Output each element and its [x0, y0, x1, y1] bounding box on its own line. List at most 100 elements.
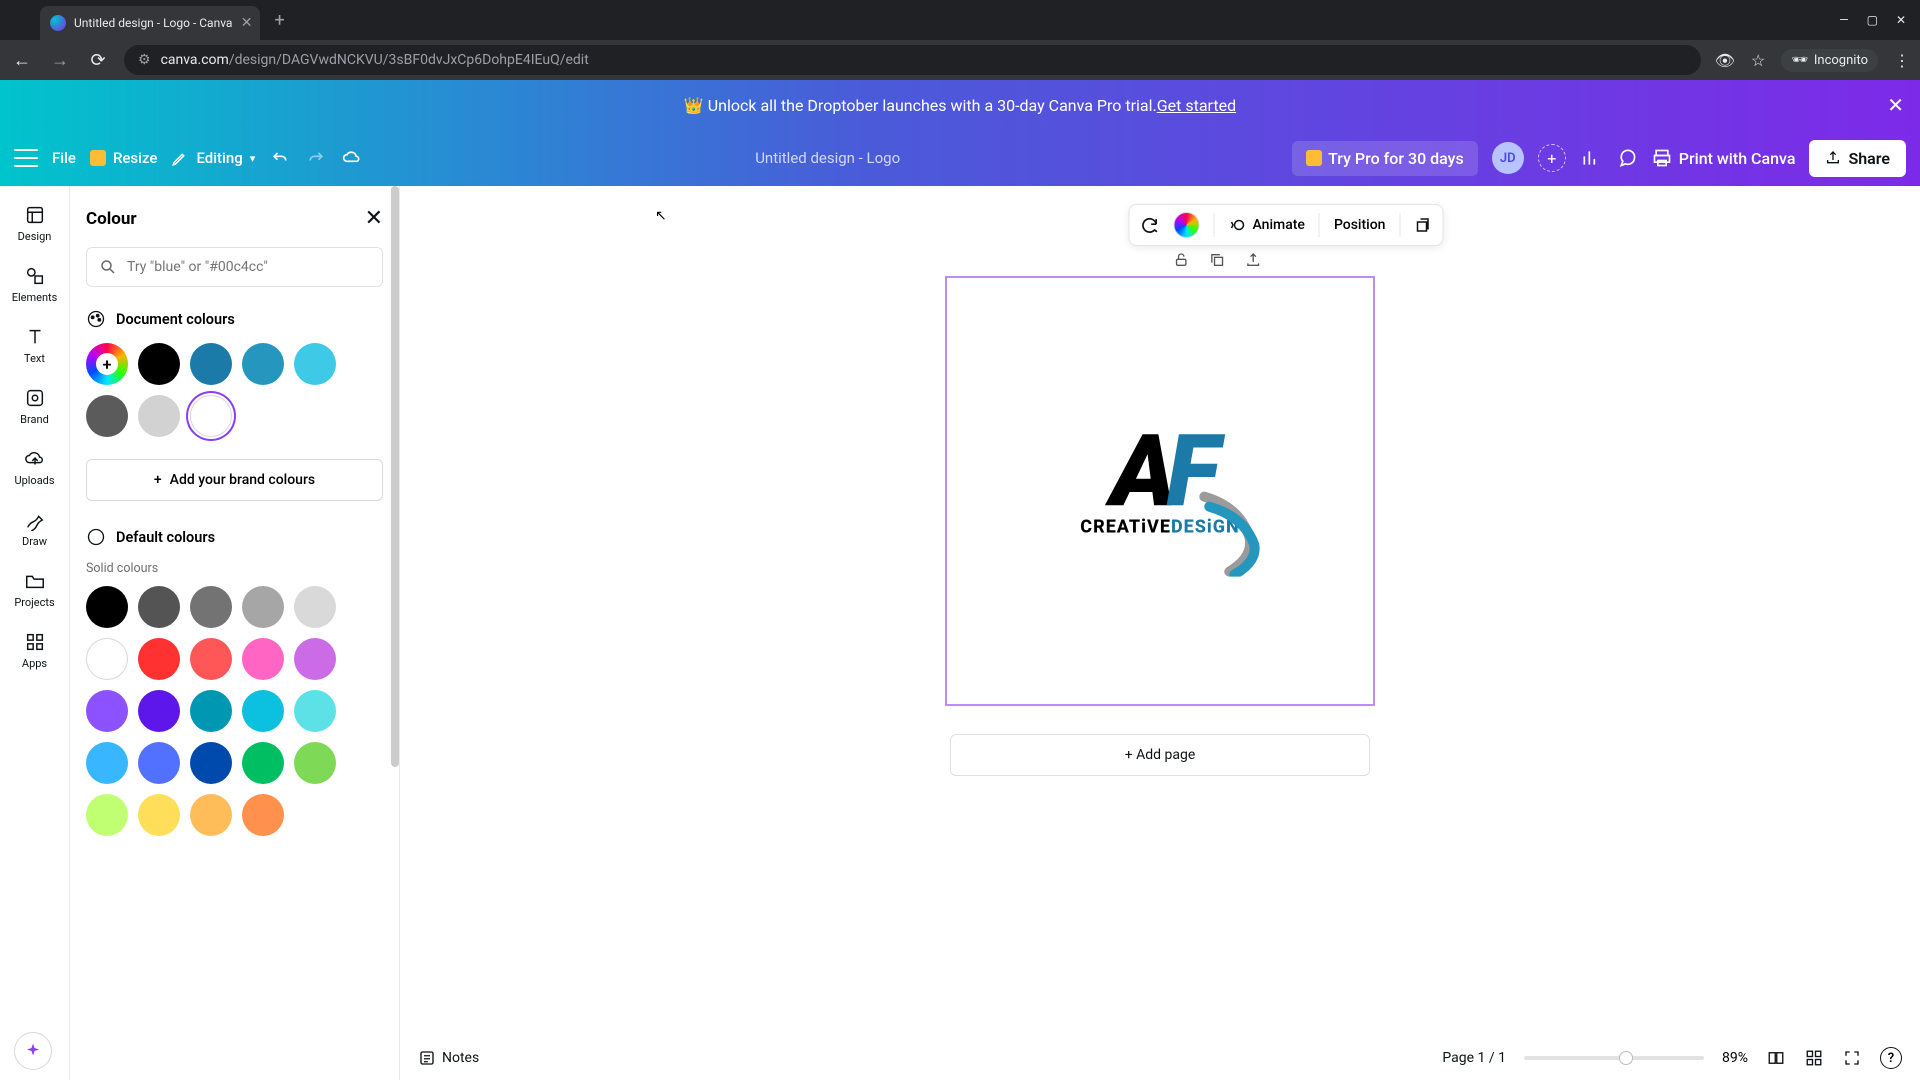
- close-window-icon[interactable]: ✕: [1896, 13, 1906, 27]
- layers-button[interactable]: [1414, 216, 1432, 234]
- position-button[interactable]: Position: [1334, 217, 1386, 233]
- colour-swatch[interactable]: [294, 343, 336, 385]
- magic-button[interactable]: [14, 1032, 52, 1070]
- reload-icon[interactable]: ⟳: [86, 50, 110, 71]
- lock-icon[interactable]: [1173, 252, 1189, 272]
- close-tab-icon[interactable]: ✕: [241, 15, 253, 31]
- colour-swatch[interactable]: [242, 690, 284, 732]
- analytics-icon[interactable]: [1580, 147, 1602, 169]
- file-menu[interactable]: File: [52, 149, 76, 167]
- colour-swatch[interactable]: [190, 794, 232, 836]
- zoom-percent[interactable]: 89%: [1722, 1050, 1748, 1066]
- panel-scrollbar[interactable]: [391, 186, 399, 767]
- page-view-icon[interactable]: [1766, 1048, 1786, 1068]
- maximize-icon[interactable]: ▢: [1867, 13, 1878, 27]
- print-with-canva-button[interactable]: Print with Canva: [1652, 148, 1796, 168]
- nav-elements[interactable]: Elements: [0, 255, 69, 314]
- colour-picker-button[interactable]: [1174, 212, 1200, 238]
- zoom-slider[interactable]: [1524, 1056, 1704, 1060]
- bookmark-star-icon[interactable]: ☆: [1751, 51, 1765, 70]
- nav-text[interactable]: Text: [0, 316, 69, 375]
- colour-swatch[interactable]: [190, 742, 232, 784]
- canvas-page[interactable]: AF CREATiVEDESiGN: [945, 276, 1375, 706]
- colour-swatch[interactable]: [138, 343, 180, 385]
- undo-button[interactable]: [269, 147, 291, 169]
- add-page-button[interactable]: + Add page: [950, 734, 1370, 776]
- add-brand-colours-button[interactable]: + Add your brand colours: [86, 459, 383, 501]
- nav-design[interactable]: Design: [0, 194, 69, 253]
- colour-swatch[interactable]: [138, 586, 180, 628]
- regenerate-button[interactable]: [1140, 215, 1160, 235]
- colour-search-input[interactable]: [127, 259, 370, 275]
- nav-draw[interactable]: Draw: [0, 499, 69, 558]
- editing-mode-dropdown[interactable]: Editing ▾: [171, 149, 255, 167]
- upload-page-icon[interactable]: [1245, 252, 1261, 272]
- colour-swatch[interactable]: [242, 742, 284, 784]
- colour-search[interactable]: [86, 247, 383, 287]
- close-panel-icon[interactable]: ✕: [365, 206, 383, 231]
- forward-icon[interactable]: →: [48, 50, 72, 71]
- colour-swatch[interactable]: [86, 638, 128, 680]
- nav-brand[interactable]: Brand: [0, 377, 69, 436]
- colour-swatch[interactable]: [242, 343, 284, 385]
- colour-swatch[interactable]: [86, 586, 128, 628]
- colour-swatch[interactable]: [294, 690, 336, 732]
- help-icon[interactable]: ?: [1880, 1047, 1902, 1069]
- minimize-icon[interactable]: —: [1839, 13, 1848, 27]
- logo-element[interactable]: AF CREATiVEDESiGN: [1080, 432, 1239, 538]
- site-info-icon[interactable]: ⚙: [138, 52, 151, 68]
- menu-icon[interactable]: [14, 149, 38, 167]
- colour-swatch[interactable]: [138, 395, 180, 437]
- try-pro-button[interactable]: Try Pro for 30 days: [1292, 141, 1478, 176]
- colour-swatch[interactable]: [242, 794, 284, 836]
- nav-uploads[interactable]: Uploads: [0, 438, 69, 497]
- animate-button[interactable]: Animate: [1229, 216, 1305, 234]
- colour-swatch[interactable]: [86, 690, 128, 732]
- colour-swatch[interactable]: [138, 742, 180, 784]
- add-collaborator-button[interactable]: +: [1538, 144, 1566, 172]
- colour-swatch[interactable]: [242, 638, 284, 680]
- nav-projects[interactable]: Projects: [0, 560, 69, 619]
- colour-swatch[interactable]: [86, 794, 128, 836]
- address-bar[interactable]: ⚙ canva.com/design/DAGVwdNCKVU/3sBF0dvJx…: [124, 45, 1701, 75]
- colour-swatch[interactable]: [190, 343, 232, 385]
- colour-swatch[interactable]: [190, 395, 232, 437]
- new-tab-button[interactable]: +: [274, 10, 284, 31]
- redo-button[interactable]: [305, 147, 327, 169]
- colour-swatch[interactable]: [242, 586, 284, 628]
- colour-swatch[interactable]: [294, 742, 336, 784]
- resize-button[interactable]: Resize: [90, 149, 157, 167]
- colour-swatch[interactable]: [190, 586, 232, 628]
- grid-view-icon[interactable]: [1804, 1048, 1824, 1068]
- add-colour-swatch[interactable]: [86, 343, 128, 385]
- share-button[interactable]: Share: [1809, 140, 1906, 177]
- default-colours-grid: [86, 586, 383, 836]
- duplicate-page-icon[interactable]: [1209, 252, 1225, 272]
- comment-icon[interactable]: [1616, 147, 1638, 169]
- browser-tab[interactable]: Untitled design - Logo - Canva ✕: [40, 6, 260, 40]
- colour-swatch[interactable]: [138, 638, 180, 680]
- colour-swatch[interactable]: [86, 395, 128, 437]
- nav-apps[interactable]: Apps: [0, 621, 69, 680]
- colour-swatch[interactable]: [138, 690, 180, 732]
- colour-swatch[interactable]: [86, 742, 128, 784]
- fullscreen-icon[interactable]: [1842, 1048, 1862, 1068]
- eye-off-icon[interactable]: 👁: [1715, 51, 1735, 70]
- colour-swatch[interactable]: [190, 690, 232, 732]
- incognito-badge[interactable]: 🕶 Incognito: [1781, 49, 1878, 72]
- kebab-menu-icon[interactable]: ⋮: [1894, 51, 1910, 70]
- cloud-sync-icon[interactable]: [341, 147, 363, 169]
- notes-button[interactable]: Notes: [418, 1049, 479, 1067]
- colour-swatch[interactable]: [138, 794, 180, 836]
- colour-swatch[interactable]: [190, 638, 232, 680]
- back-icon[interactable]: ←: [10, 50, 34, 71]
- page-indicator[interactable]: Page 1 / 1: [1442, 1050, 1506, 1066]
- document-colours-header: Document colours: [86, 309, 383, 329]
- document-title-input[interactable]: [377, 149, 1278, 167]
- avatar[interactable]: JD: [1492, 142, 1524, 174]
- colour-swatch[interactable]: [294, 638, 336, 680]
- banner-cta-link[interactable]: Get started: [1157, 96, 1236, 115]
- banner-close-icon[interactable]: ✕: [1887, 93, 1904, 117]
- colour-swatch[interactable]: [294, 586, 336, 628]
- zoom-thumb[interactable]: [1619, 1051, 1633, 1065]
